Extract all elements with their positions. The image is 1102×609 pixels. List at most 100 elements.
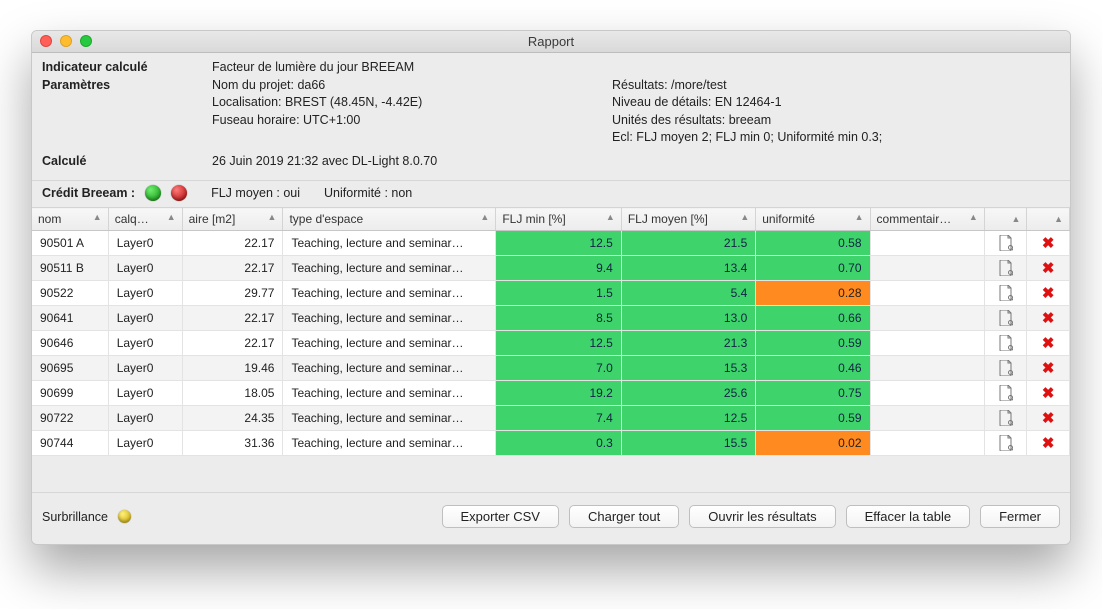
cell-fljmoy: 5.4 <box>621 281 755 306</box>
result-units: Unités des résultats: breeam <box>612 112 1060 130</box>
document-icon <box>999 310 1013 326</box>
table-row[interactable]: 90695Layer019.46Teaching, lecture and se… <box>32 356 1070 381</box>
delete-row-button[interactable]: ✖ <box>1027 381 1070 406</box>
cell-calque: Layer0 <box>108 406 182 431</box>
cell-fljmoy: 12.5 <box>621 406 755 431</box>
cell-calque: Layer0 <box>108 281 182 306</box>
col-nom[interactable]: nom▲ <box>32 208 108 231</box>
load-all-button[interactable]: Charger tout <box>569 505 679 528</box>
minimize-window-icon[interactable] <box>60 35 72 47</box>
results-path: Résultats: /more/test <box>612 77 1060 95</box>
cell-commentaire[interactable] <box>870 406 984 431</box>
delete-row-button[interactable]: ✖ <box>1027 331 1070 356</box>
cell-commentaire[interactable] <box>870 231 984 256</box>
delete-icon: ✖ <box>1042 235 1055 252</box>
location: Localisation: BREST (48.45N, -4.42E) <box>212 94 612 112</box>
col-fljmin[interactable]: FLJ min [%]▲ <box>496 208 621 231</box>
cell-aire: 22.17 <box>182 231 283 256</box>
cell-uniformite: 0.75 <box>756 381 870 406</box>
delete-row-button[interactable]: ✖ <box>1027 356 1070 381</box>
document-icon <box>999 435 1013 451</box>
cell-aire: 22.17 <box>182 331 283 356</box>
col-commentaire[interactable]: commentair…▲ <box>870 208 984 231</box>
open-document-button[interactable] <box>984 381 1027 406</box>
cell-commentaire[interactable] <box>870 356 984 381</box>
delete-row-button[interactable]: ✖ <box>1027 306 1070 331</box>
table-row[interactable]: 90511 BLayer022.17Teaching, lecture and … <box>32 256 1070 281</box>
cell-uniformite: 0.66 <box>756 306 870 331</box>
open-document-button[interactable] <box>984 431 1027 456</box>
cell-fljmoy: 15.5 <box>621 431 755 456</box>
cell-commentaire[interactable] <box>870 306 984 331</box>
close-button[interactable]: Fermer <box>980 505 1060 528</box>
col-document[interactable]: ▲ <box>984 208 1027 231</box>
open-document-button[interactable] <box>984 281 1027 306</box>
document-icon <box>999 360 1013 376</box>
delete-row-button[interactable]: ✖ <box>1027 281 1070 306</box>
cell-commentaire[interactable] <box>870 331 984 356</box>
cell-calque: Layer0 <box>108 256 182 281</box>
table-row[interactable]: 90641Layer022.17Teaching, lecture and se… <box>32 306 1070 331</box>
delete-icon: ✖ <box>1042 360 1055 377</box>
cell-fljmin: 19.2 <box>496 381 621 406</box>
cell-fljmin: 12.5 <box>496 331 621 356</box>
table-row[interactable]: 90699Layer018.05Teaching, lecture and se… <box>32 381 1070 406</box>
document-icon <box>999 260 1013 276</box>
col-type[interactable]: type d'espace▲ <box>283 208 496 231</box>
open-document-button[interactable] <box>984 306 1027 331</box>
cell-commentaire[interactable] <box>870 381 984 406</box>
cell-calque: Layer0 <box>108 356 182 381</box>
cell-nom: 90722 <box>32 406 108 431</box>
cell-nom: 90501 A <box>32 231 108 256</box>
cell-aire: 31.36 <box>182 431 283 456</box>
export-csv-button[interactable]: Exporter CSV <box>442 505 559 528</box>
cell-type: Teaching, lecture and seminar… <box>283 256 496 281</box>
clear-table-button[interactable]: Effacer la table <box>846 505 970 528</box>
delete-row-button[interactable]: ✖ <box>1027 256 1070 281</box>
cell-uniformite: 0.46 <box>756 356 870 381</box>
zoom-window-icon[interactable] <box>80 35 92 47</box>
table-row[interactable]: 90501 ALayer022.17Teaching, lecture and … <box>32 231 1070 256</box>
table-row[interactable]: 90522Layer029.77Teaching, lecture and se… <box>32 281 1070 306</box>
open-document-button[interactable] <box>984 231 1027 256</box>
credit-uniformity: Uniformité : non <box>324 186 412 200</box>
cell-aire: 19.46 <box>182 356 283 381</box>
open-document-button[interactable] <box>984 256 1027 281</box>
col-fljmoy[interactable]: FLJ moyen [%]▲ <box>621 208 755 231</box>
cell-type: Teaching, lecture and seminar… <box>283 431 496 456</box>
document-icon <box>999 410 1013 426</box>
cell-nom: 90641 <box>32 306 108 331</box>
table-row[interactable]: 90722Layer024.35Teaching, lecture and se… <box>32 406 1070 431</box>
cell-nom: 90522 <box>32 281 108 306</box>
delete-row-button[interactable]: ✖ <box>1027 231 1070 256</box>
col-aire[interactable]: aire [m2]▲ <box>182 208 283 231</box>
col-uniformite[interactable]: uniformité▲ <box>756 208 870 231</box>
col-delete[interactable]: ▲ <box>1027 208 1070 231</box>
window-controls <box>40 35 92 47</box>
cell-commentaire[interactable] <box>870 256 984 281</box>
table-row[interactable]: 90646Layer022.17Teaching, lecture and se… <box>32 331 1070 356</box>
open-document-button[interactable] <box>984 331 1027 356</box>
cell-aire: 18.05 <box>182 381 283 406</box>
results-table: nom▲ calq…▲ aire [m2]▲ type d'espace▲ FL… <box>32 207 1070 456</box>
delete-icon: ✖ <box>1042 385 1055 402</box>
open-document-button[interactable] <box>984 406 1027 431</box>
col-calque[interactable]: calq…▲ <box>108 208 182 231</box>
cell-commentaire[interactable] <box>870 281 984 306</box>
close-window-icon[interactable] <box>40 35 52 47</box>
cell-calque: Layer0 <box>108 381 182 406</box>
cell-calque: Layer0 <box>108 431 182 456</box>
table-row[interactable]: 90744Layer031.36Teaching, lecture and se… <box>32 431 1070 456</box>
open-results-button[interactable]: Ouvrir les résultats <box>689 505 835 528</box>
cell-fljmin: 7.4 <box>496 406 621 431</box>
cell-commentaire[interactable] <box>870 431 984 456</box>
credit-led-red-icon <box>171 185 187 201</box>
open-document-button[interactable] <box>984 356 1027 381</box>
credit-avg: FLJ moyen : oui <box>211 186 300 200</box>
delete-row-button[interactable]: ✖ <box>1027 431 1070 456</box>
cell-type: Teaching, lecture and seminar… <box>283 356 496 381</box>
delete-row-button[interactable]: ✖ <box>1027 406 1070 431</box>
calculated-label: Calculé <box>42 154 86 168</box>
cell-type: Teaching, lecture and seminar… <box>283 306 496 331</box>
breeam-credit-label: Crédit Breeam : <box>42 186 135 200</box>
